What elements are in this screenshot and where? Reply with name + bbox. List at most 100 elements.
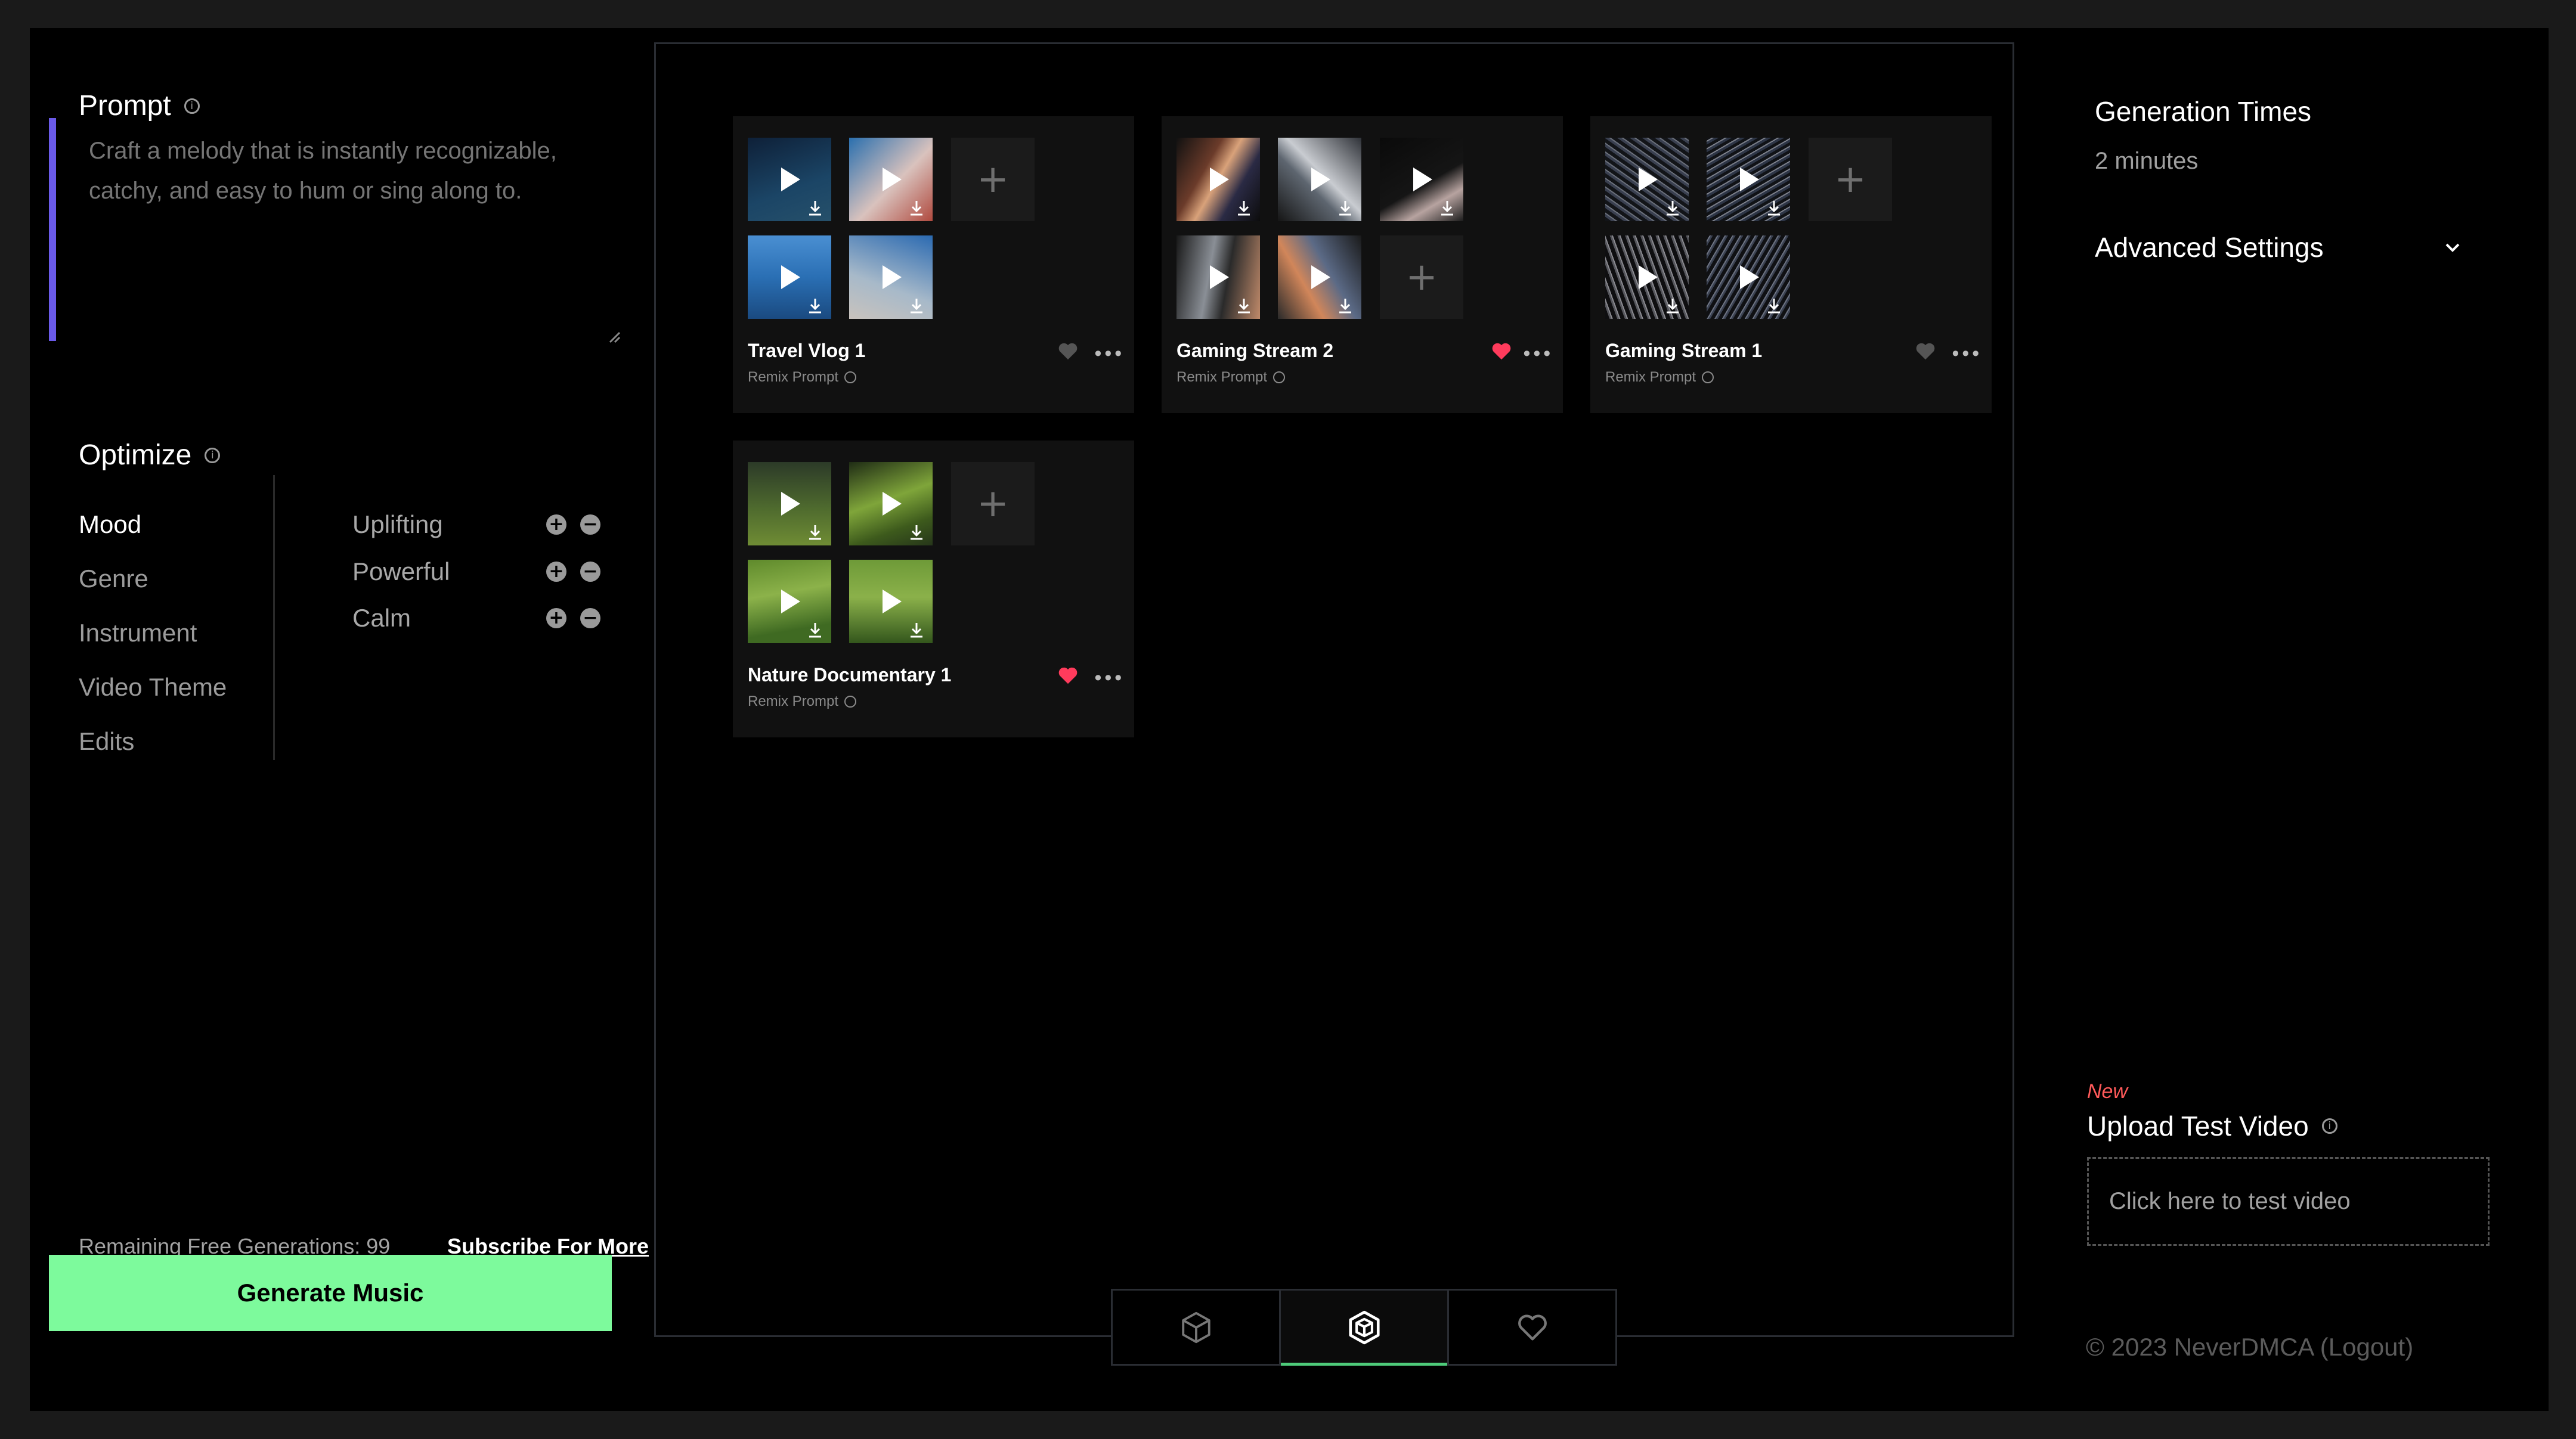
track-thumbnail[interactable] [1278,138,1361,221]
download-icon[interactable] [807,297,823,314]
play-icon[interactable] [1740,265,1759,289]
generation-card-nature-documentary[interactable]: + Nature Documentary 1 Remix Prompt ••• [733,441,1134,737]
play-icon[interactable] [1311,265,1330,289]
remix-icon [844,371,857,383]
plus-icon[interactable]: + [546,514,566,535]
info-icon[interactable]: i [2321,1118,2337,1134]
resize-grip-icon[interactable] [608,330,621,343]
category-instrument[interactable]: Instrument [79,619,197,647]
play-icon[interactable] [1740,168,1759,191]
category-video-theme[interactable]: Video Theme [79,673,227,702]
track-thumbnail[interactable] [849,560,933,643]
download-icon[interactable] [807,524,823,541]
add-track-button[interactable]: + [1380,235,1463,319]
prompt-input[interactable] [56,118,618,341]
upload-video-dropzone[interactable]: Click here to test video [2087,1157,2490,1246]
play-icon[interactable] [1413,168,1432,191]
track-thumbnail[interactable] [1176,138,1260,221]
track-thumbnail[interactable] [748,462,831,545]
play-icon[interactable] [781,590,800,613]
download-icon[interactable] [807,200,823,216]
advanced-settings-toggle[interactable]: Advanced Settings [2095,231,2464,263]
play-icon[interactable] [883,168,902,191]
download-icon[interactable] [1665,200,1680,216]
remix-prompt-link[interactable]: Remix Prompt [1605,369,1714,386]
heart-icon[interactable] [1491,342,1512,361]
heart-icon[interactable] [1915,342,1936,361]
category-genre[interactable]: Genre [79,565,148,593]
mood-option: Powerful + − [352,557,600,586]
play-icon[interactable] [883,265,902,289]
play-icon[interactable] [781,492,800,516]
download-icon[interactable] [909,524,924,541]
track-thumbnail[interactable] [1380,138,1463,221]
track-thumbnail[interactable] [1707,138,1790,221]
download-icon[interactable] [909,622,924,638]
track-thumbnail[interactable] [1176,235,1260,319]
generate-music-button[interactable]: Generate Music [49,1255,612,1331]
footer-logout[interactable]: © 2023 NeverDMCA (Logout) [2086,1333,2413,1362]
tab-all[interactable] [1113,1291,1281,1364]
more-options-icon[interactable]: ••• [1092,667,1124,690]
minus-icon[interactable]: − [580,562,600,582]
track-thumbnail[interactable] [748,235,831,319]
category-mood[interactable]: Mood [79,510,141,539]
play-icon[interactable] [781,168,800,191]
track-thumbnail[interactable] [748,138,831,221]
heart-outline-icon [1518,1314,1547,1341]
remix-prompt-link[interactable]: Remix Prompt [1176,369,1286,386]
download-icon[interactable] [1665,297,1680,314]
more-options-icon[interactable]: ••• [1950,343,1981,365]
track-thumbnail[interactable] [1605,235,1689,319]
download-icon[interactable] [1337,200,1353,216]
cube-outline-icon [1181,1311,1210,1343]
track-thumbnail[interactable] [748,560,831,643]
play-icon[interactable] [883,492,902,516]
play-icon[interactable] [1639,265,1658,289]
download-icon[interactable] [807,622,823,638]
remix-prompt-link[interactable]: Remix Prompt [748,369,857,386]
download-icon[interactable] [909,297,924,314]
track-thumbnail[interactable] [1605,138,1689,221]
plus-icon[interactable]: + [546,608,566,628]
download-icon[interactable] [1766,297,1782,314]
generation-card-travel-vlog[interactable]: + Travel Vlog 1 Remix Prompt ••• [733,116,1134,413]
prompt-field[interactable] [49,118,621,343]
remix-prompt-link[interactable]: Remix Prompt [748,693,857,710]
track-thumbnail[interactable] [1707,235,1790,319]
download-icon[interactable] [1766,200,1782,216]
download-icon[interactable] [909,200,924,216]
download-icon[interactable] [1337,297,1353,314]
play-icon[interactable] [1639,168,1658,191]
heart-icon[interactable] [1058,342,1078,361]
play-icon[interactable] [1210,265,1229,289]
download-icon[interactable] [1236,297,1252,314]
play-icon[interactable] [1311,168,1330,191]
heart-icon[interactable] [1058,666,1078,685]
track-thumbnail[interactable] [849,462,933,545]
track-thumbnail[interactable] [1278,235,1361,319]
minus-icon[interactable]: − [580,514,600,535]
add-track-button[interactable]: + [951,138,1035,221]
download-icon[interactable] [1236,200,1252,216]
add-track-button[interactable]: + [1809,138,1892,221]
track-thumbnail[interactable] [849,138,933,221]
tab-favorites[interactable] [1449,1291,1615,1364]
tab-generations[interactable] [1281,1291,1449,1366]
track-thumbnail[interactable] [849,235,933,319]
generation-card-gaming-stream-2[interactable]: + Gaming Stream 2 Remix Prompt ••• [1162,116,1563,413]
play-icon[interactable] [883,590,902,613]
plus-icon[interactable]: + [546,562,566,582]
play-icon[interactable] [781,265,800,289]
category-edits[interactable]: Edits [79,727,134,756]
more-options-icon[interactable]: ••• [1521,343,1553,365]
play-icon[interactable] [1210,168,1229,191]
info-icon[interactable]: i [184,98,200,114]
generation-card-gaming-stream-1[interactable]: + Gaming Stream 1 Remix Prompt ••• [1590,116,1992,413]
chevron-down-icon[interactable] [2441,235,2464,259]
minus-icon[interactable]: − [580,608,600,628]
download-icon[interactable] [1439,200,1455,216]
more-options-icon[interactable]: ••• [1092,343,1124,365]
add-track-button[interactable]: + [951,462,1035,545]
info-icon[interactable]: i [205,447,221,463]
